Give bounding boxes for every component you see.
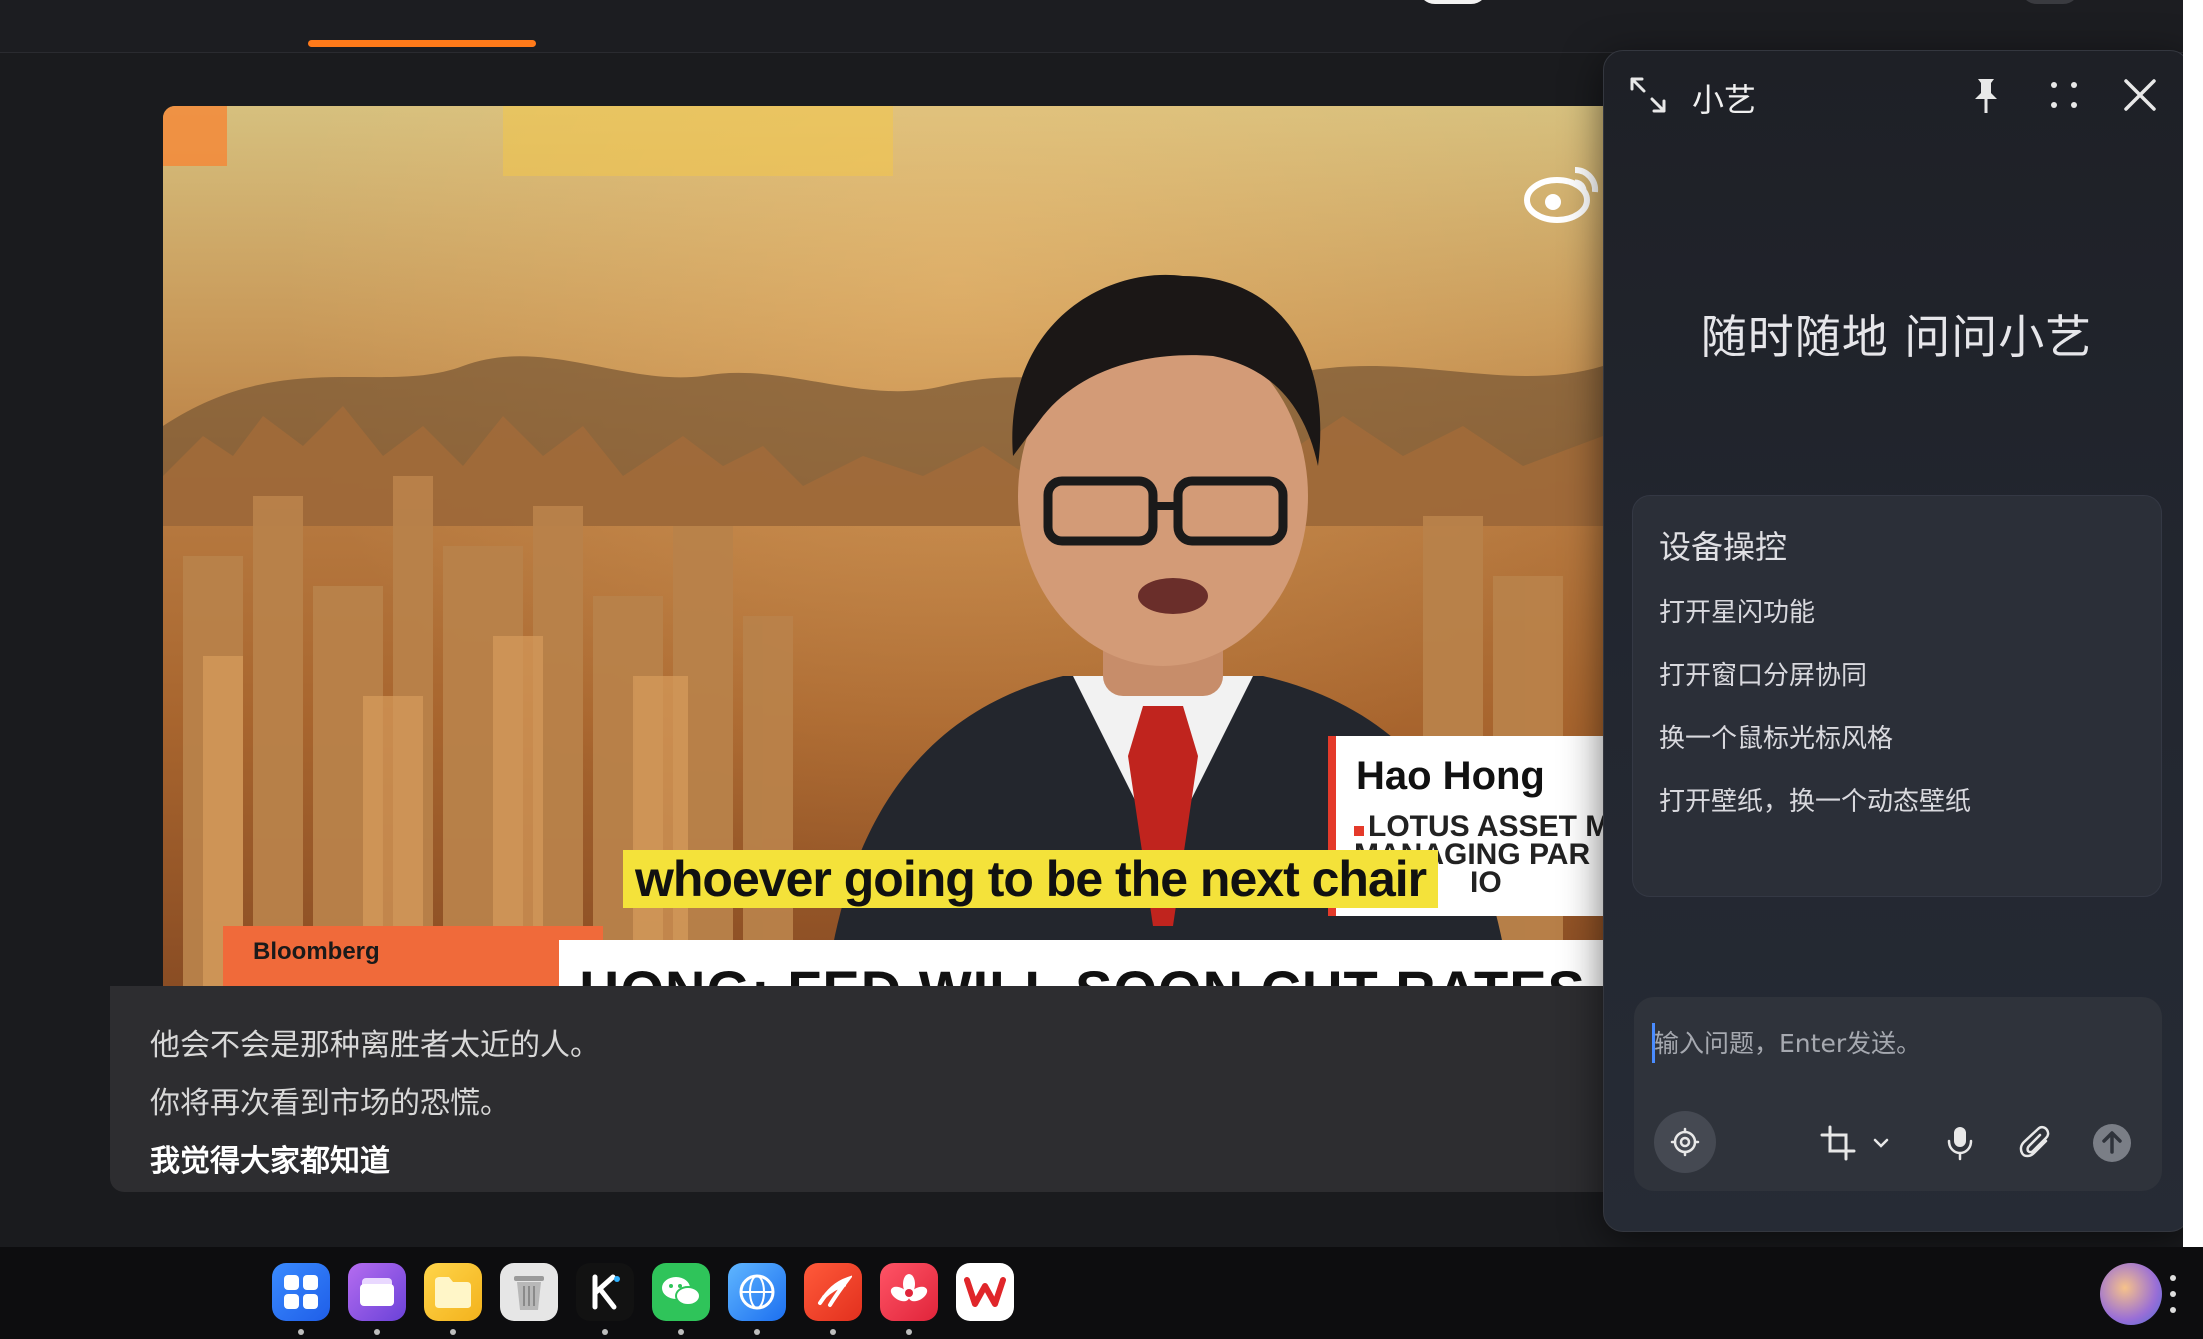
screenshot-button[interactable]: [1812, 1117, 1864, 1169]
ai-lens-icon: [1670, 1127, 1700, 1157]
corner-dots-icon[interactable]: [2042, 73, 2086, 117]
ai-lens-button[interactable]: [1654, 1111, 1716, 1173]
news-ticker: HONG: FED WILL SOON CUT RATES A: [559, 940, 1603, 986]
pin-icon[interactable]: [1964, 73, 2008, 117]
weibo-watermark-icon: [1524, 166, 1599, 223]
recycle-bin-icon[interactable]: [500, 1263, 558, 1321]
screenshot-options-dropdown[interactable]: [1866, 1117, 1896, 1169]
running-indicator: [754, 1329, 760, 1335]
subtitle-panel: 他会不会是那种离胜者太近的人。 你将再次看到市场的恐慌。 我觉得大家都知道: [110, 986, 1640, 1192]
file-manager-folder-icon[interactable]: [424, 1263, 482, 1321]
suggestion-cursor-style[interactable]: 换一个鼠标光标风格: [1659, 718, 1893, 755]
wechat-icon[interactable]: [652, 1263, 710, 1321]
running-indicator: [906, 1329, 912, 1335]
header-pill-dark[interactable]: [2020, 0, 2080, 4]
subtitle-line-1: 他会不会是那种离胜者太近的人。: [150, 1028, 600, 1063]
running-indicator: [678, 1329, 684, 1335]
chevron-down-icon: [1873, 1138, 1889, 1148]
video-deco-yellow: [503, 106, 893, 176]
microphone-icon: [1947, 1127, 1973, 1161]
send-button[interactable]: [2086, 1117, 2138, 1169]
suggestion-dynamic-wallpaper[interactable]: 打开壁纸，换一个动态壁纸: [1659, 781, 1971, 818]
expand-icon[interactable]: [1626, 73, 1670, 117]
huawei-app-icon[interactable]: [880, 1263, 938, 1321]
taskbar-dock: [0, 1247, 2203, 1339]
suggestion-open-nearlink[interactable]: 打开星闪功能: [1659, 592, 1815, 629]
screenshot-crop-icon: [1820, 1125, 1856, 1161]
ticker-text: HONG: FED WILL SOON CUT RATES A: [579, 958, 1603, 986]
lower-third-name: Hao Hong: [1356, 754, 1545, 798]
active-tab-indicator: [308, 40, 536, 47]
xiaoyi-assistant-orb-icon[interactable]: [2100, 1263, 2162, 1325]
running-indicator: [602, 1329, 608, 1335]
running-indicator: [298, 1329, 304, 1335]
subtitle-line-3: 我觉得大家都知道: [150, 1144, 390, 1179]
screen-edge-strip: [2183, 0, 2203, 1247]
device-control-card: 设备操控 打开星闪功能 打开窗口分屏协同 换一个鼠标光标风格 打开壁纸，换一个动…: [1632, 495, 2162, 897]
card-title: 设备操控: [1659, 528, 1788, 566]
k-app-icon[interactable]: [576, 1263, 634, 1321]
multitask-window-icon[interactable]: [348, 1263, 406, 1321]
question-input-box: [1634, 997, 2162, 1191]
subtitle-line-2: 你将再次看到市场的恐慌。: [150, 1086, 510, 1121]
assistant-header: 小艺: [1604, 51, 2189, 141]
swift-app-icon[interactable]: [804, 1263, 862, 1321]
lower-third-line-3: IO: [1470, 866, 1502, 899]
xiaoyi-assistant-panel: 小艺 随时随地 问问小艺 设备操控 打开星闪功能 打开窗口分屏协同 换一个鼠标光…: [1603, 50, 2190, 1232]
assistant-title: 小艺: [1692, 81, 1757, 119]
video-deco-orange: [163, 106, 227, 166]
question-input[interactable]: [1652, 1019, 2146, 1067]
assistant-hero-text: 随时随地 问问小艺: [1700, 310, 2093, 364]
running-indicator: [450, 1329, 456, 1335]
text-caret: [1652, 1023, 1655, 1063]
video-player[interactable]: Hao Hong LOTUS ASSET M MANAGING PAR IO w…: [163, 106, 1603, 986]
browser-icon[interactable]: [728, 1263, 786, 1321]
bloomberg-bug: Bloomberg: [223, 926, 603, 986]
attach-file-button[interactable]: [2010, 1117, 2062, 1169]
voice-input-button[interactable]: [1934, 1117, 1986, 1169]
english-caption: whoever going to be the next chair: [623, 850, 1439, 908]
running-indicator: [830, 1329, 836, 1335]
close-icon[interactable]: [2118, 73, 2162, 117]
more-dots-icon[interactable]: [2166, 1271, 2180, 1317]
bloomberg-label: Bloomberg: [253, 938, 380, 965]
wps-office-icon[interactable]: [956, 1263, 1014, 1321]
launcher-grid-icon[interactable]: [272, 1263, 330, 1321]
suggestion-split-screen[interactable]: 打开窗口分屏协同: [1659, 655, 1867, 692]
send-arrow-up-icon: [2093, 1124, 2131, 1162]
paperclip-icon: [2019, 1125, 2050, 1158]
page-header-strip: [0, 0, 2203, 53]
running-indicator: [374, 1329, 380, 1335]
header-pill-light[interactable]: [1418, 0, 1488, 4]
